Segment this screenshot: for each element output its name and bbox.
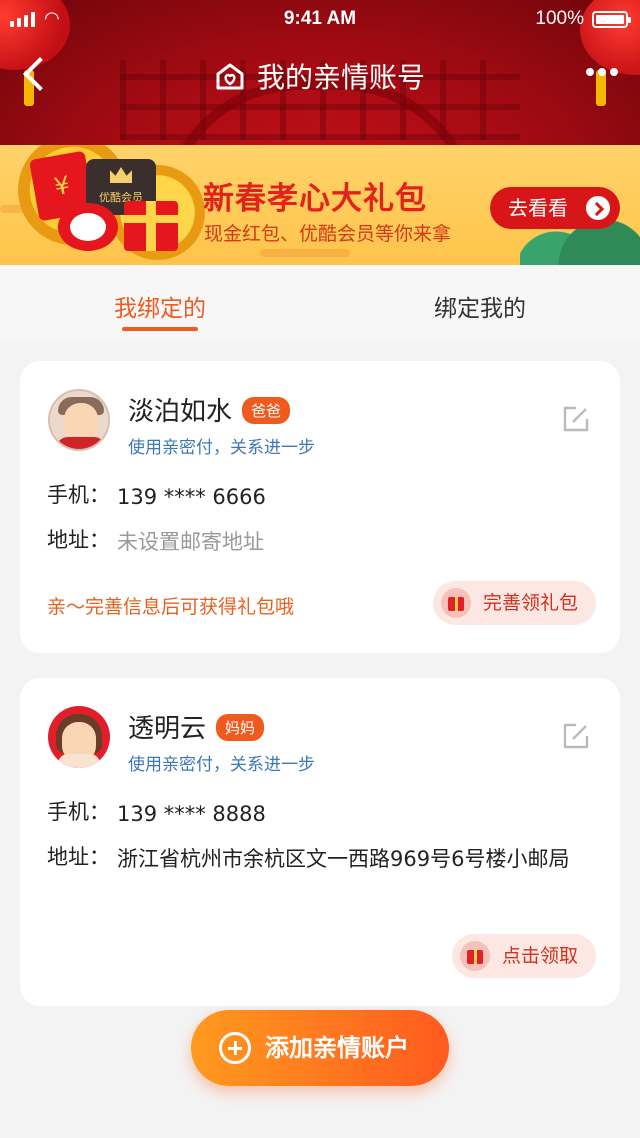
- account-name-row: 淡泊如水 爸爸: [128, 391, 291, 428]
- phone-row: 手机： 139 **** 6666: [47, 479, 577, 515]
- account-name: 淡泊如水: [128, 397, 233, 427]
- promo-banner[interactable]: ¥ 优酷会员 新春孝心大礼包 现金红包、优酷会员等你来拿 去看看: [0, 145, 640, 265]
- relation-badge: 爸爸: [242, 397, 291, 424]
- address-label: 地址：: [47, 528, 110, 552]
- add-family-account-button[interactable]: 添加亲情账户: [191, 1010, 449, 1086]
- battery-percent: 100%: [535, 8, 584, 29]
- chevron-right-icon: [586, 196, 610, 220]
- gift-icon: [459, 941, 490, 971]
- tab-bar: 我绑定的 绑定我的: [0, 265, 640, 341]
- navigation-bar: 我的亲情账号: [0, 50, 640, 100]
- promo-text: 亲～完善信息后可获得礼包哦: [47, 596, 295, 618]
- gift-icon: [440, 588, 471, 618]
- account-name: 透明云: [128, 714, 207, 744]
- phone-row: 手机： 139 **** 8888: [47, 796, 577, 832]
- avatar: [48, 706, 110, 768]
- address-row: 地址： 浙江省杭州市余杭区文一西路969号6号楼小邮局: [47, 841, 577, 877]
- tab-my-bound[interactable]: 我绑定的: [0, 265, 320, 341]
- banner-subtitle: 现金红包、优酷会员等你来拿: [204, 223, 452, 245]
- address-row: 地址： 未设置邮寄地址: [47, 524, 577, 560]
- phone-value: 139 **** 6666: [117, 485, 266, 509]
- banner-go-label: 去看看: [508, 196, 568, 220]
- crown-icon: [110, 167, 132, 183]
- phone-label: 手机：: [47, 483, 110, 507]
- relation-badge: 妈妈: [216, 714, 265, 741]
- tab-bound-me[interactable]: 绑定我的: [320, 265, 640, 341]
- claim-gift-label: 完善领礼包: [482, 592, 578, 614]
- status-bar: ◠ 9:41 AM 100%: [0, 0, 640, 38]
- edit-icon[interactable]: [562, 405, 590, 433]
- phone-label: 手机：: [47, 800, 110, 824]
- add-family-account-label: 添加亲情账户: [265, 1034, 409, 1062]
- banner-go-button[interactable]: 去看看: [490, 187, 620, 229]
- address-label: 地址：: [47, 845, 110, 869]
- claim-gift-label: 点击领取: [501, 945, 578, 967]
- more-dots-icon[interactable]: [586, 68, 618, 76]
- account-card: 透明云 妈妈 使用亲密付，关系进一步 手机： 139 **** 8888 地址： 浙江…: [20, 678, 620, 1006]
- cloud-decoration: [260, 249, 350, 257]
- account-card: 淡泊如水 爸爸 使用亲密付，关系进一步 手机： 139 **** 6666 地址： 未…: [20, 361, 620, 653]
- address-value: 浙江省杭州市余杭区文一西路969号6号楼小邮局: [117, 847, 570, 871]
- avatar: [48, 389, 110, 451]
- claim-gift-button[interactable]: 完善领礼包: [432, 581, 596, 625]
- battery-icon: [592, 11, 631, 28]
- intimate-pay-link[interactable]: 使用亲密付，关系进一步: [128, 750, 315, 775]
- banner-title: 新春孝心大礼包: [203, 181, 427, 217]
- plus-circle-icon: [219, 1032, 251, 1064]
- edit-icon[interactable]: [562, 722, 590, 750]
- intimate-pay-link[interactable]: 使用亲密付，关系进一步: [128, 433, 315, 458]
- phone-value: 139 **** 8888: [117, 802, 266, 826]
- page-title: 我的亲情账号: [256, 61, 425, 94]
- address-value: 未设置邮寄地址: [117, 530, 264, 554]
- mascot-icon: [58, 203, 118, 251]
- claim-gift-button[interactable]: 点击领取: [451, 934, 596, 978]
- page-title-wrap: 我的亲情账号: [0, 56, 640, 96]
- gift-box-icon: [124, 201, 178, 251]
- account-name-row: 透明云 妈妈: [128, 708, 265, 745]
- home-heart-icon: [216, 63, 244, 90]
